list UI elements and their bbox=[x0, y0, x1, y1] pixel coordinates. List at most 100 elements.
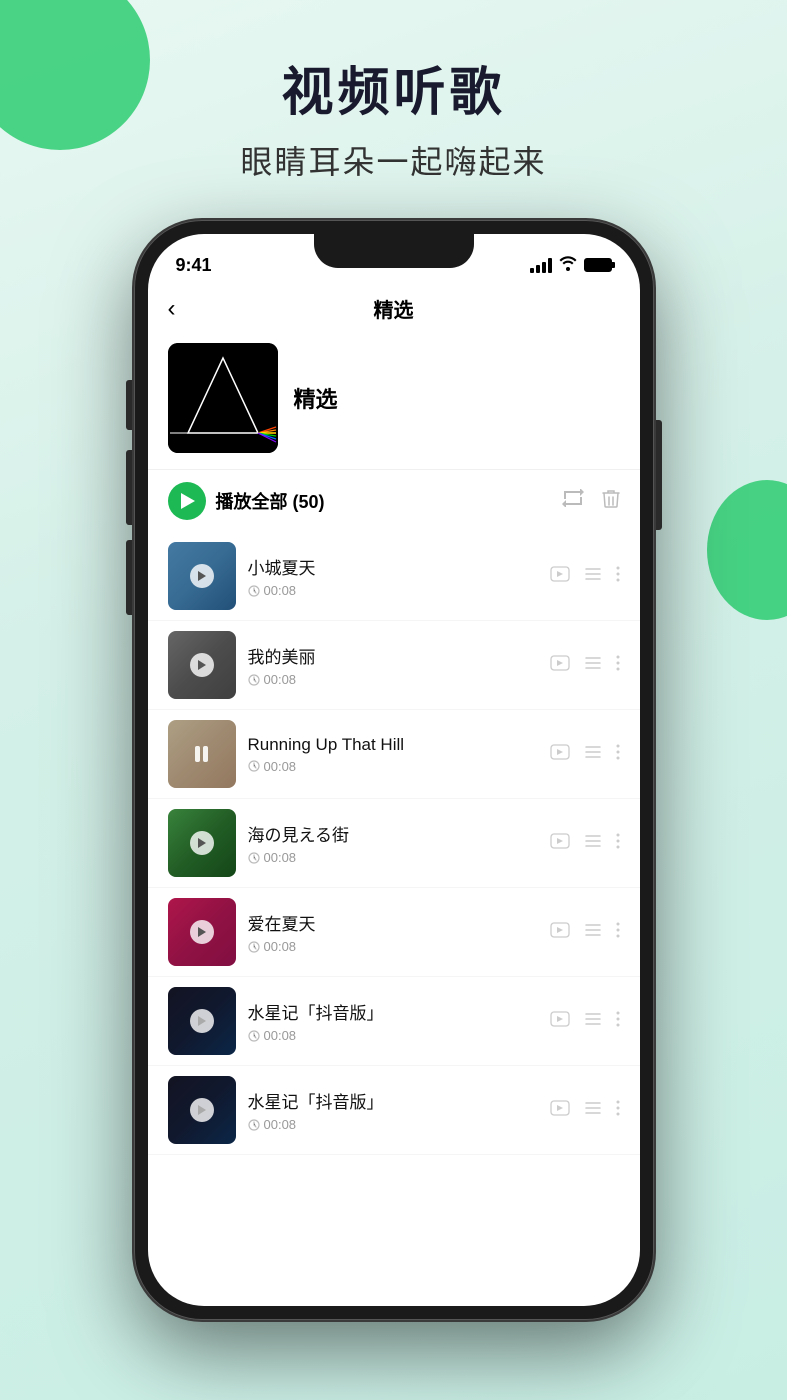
song-list[interactable]: 小城夏天 00:08 bbox=[148, 532, 640, 1252]
song-duration: 00:08 bbox=[248, 939, 538, 954]
song-info: 小城夏天 00:08 bbox=[248, 554, 538, 598]
song-info: 爱在夏天 00:08 bbox=[248, 910, 538, 954]
status-icons bbox=[530, 255, 612, 276]
song-thumbnail bbox=[168, 542, 236, 610]
battery-icon bbox=[584, 258, 612, 272]
menu-icon[interactable] bbox=[584, 567, 602, 586]
song-actions bbox=[550, 833, 620, 854]
pause-bar-1 bbox=[195, 746, 200, 762]
play-all-left: 播放全部 (50) bbox=[168, 482, 325, 520]
more-icon[interactable] bbox=[616, 655, 620, 676]
song-name: 水星记「抖音版」 bbox=[248, 1088, 538, 1113]
song-info: 我的美丽 00:08 bbox=[248, 643, 538, 687]
status-time: 9:41 bbox=[176, 255, 212, 276]
list-item[interactable]: Running Up That Hill 00:08 bbox=[148, 710, 640, 799]
phone-content: 9:41 bbox=[148, 234, 640, 1306]
song-info: 海の見える街 00:08 bbox=[248, 821, 538, 865]
menu-icon[interactable] bbox=[584, 1101, 602, 1120]
song-name: 小城夏天 bbox=[248, 554, 538, 579]
page-title-main: 视频听歌 bbox=[0, 50, 787, 125]
song-thumbnail bbox=[168, 720, 236, 788]
song-actions bbox=[550, 922, 620, 943]
cover-prism-art bbox=[168, 343, 278, 453]
video-play-icon[interactable] bbox=[550, 833, 570, 854]
signal-bar-3 bbox=[542, 262, 546, 273]
song-name: 水星记「抖音版」 bbox=[248, 999, 538, 1024]
play-all-button[interactable] bbox=[168, 482, 206, 520]
bg-decoration-circle-right bbox=[707, 480, 787, 620]
phone-notch bbox=[314, 234, 474, 268]
video-play-icon[interactable] bbox=[550, 1011, 570, 1032]
nav-title: 精选 bbox=[374, 294, 414, 323]
menu-icon[interactable] bbox=[584, 745, 602, 764]
menu-icon[interactable] bbox=[584, 923, 602, 942]
song-name: 海の見える街 bbox=[248, 821, 538, 846]
thumb-overlay bbox=[168, 1076, 236, 1144]
video-play-icon[interactable] bbox=[550, 922, 570, 943]
phone-btn-vol-up bbox=[126, 450, 132, 525]
repeat-icon[interactable] bbox=[562, 489, 584, 513]
playlist-title: 精选 bbox=[294, 382, 338, 414]
song-thumbnail bbox=[168, 631, 236, 699]
more-icon[interactable] bbox=[616, 566, 620, 587]
playlist-cover bbox=[168, 343, 278, 453]
song-info: Running Up That Hill 00:08 bbox=[248, 735, 538, 774]
signal-bar-2 bbox=[536, 265, 540, 273]
play-all-text: 播放全部 (50) bbox=[216, 488, 325, 514]
song-actions bbox=[550, 655, 620, 676]
thumb-pause-icon bbox=[195, 746, 208, 762]
play-all-actions bbox=[562, 488, 620, 514]
signal-icon bbox=[530, 257, 552, 273]
delete-icon[interactable] bbox=[602, 488, 620, 514]
menu-icon[interactable] bbox=[584, 656, 602, 675]
more-icon[interactable] bbox=[616, 922, 620, 943]
thumb-overlay-playing bbox=[168, 720, 236, 788]
song-actions bbox=[550, 1011, 620, 1032]
song-info: 水星记「抖音版」 00:08 bbox=[248, 999, 538, 1043]
signal-bar-1 bbox=[530, 268, 534, 273]
song-thumbnail bbox=[168, 1076, 236, 1144]
thumb-overlay bbox=[168, 542, 236, 610]
more-icon[interactable] bbox=[616, 744, 620, 765]
video-play-icon[interactable] bbox=[550, 566, 570, 587]
play-triangle-icon bbox=[181, 493, 195, 509]
video-play-icon[interactable] bbox=[550, 655, 570, 676]
song-duration: 00:08 bbox=[248, 759, 538, 774]
more-icon[interactable] bbox=[616, 1011, 620, 1032]
more-icon[interactable] bbox=[616, 833, 620, 854]
song-name: 我的美丽 bbox=[248, 643, 538, 668]
song-actions bbox=[550, 1100, 620, 1121]
thumb-play-icon bbox=[190, 653, 214, 677]
song-actions bbox=[550, 566, 620, 587]
list-item[interactable]: 我的美丽 00:08 bbox=[148, 621, 640, 710]
song-duration: 00:08 bbox=[248, 1117, 538, 1132]
back-button[interactable]: ‹ bbox=[168, 295, 176, 323]
thumb-play-icon bbox=[190, 920, 214, 944]
menu-icon[interactable] bbox=[584, 834, 602, 853]
thumb-overlay bbox=[168, 987, 236, 1055]
song-thumbnail bbox=[168, 809, 236, 877]
list-item[interactable]: 小城夏天 00:08 bbox=[148, 532, 640, 621]
list-item[interactable]: 爱在夏天 00:08 bbox=[148, 888, 640, 977]
thumb-play-icon bbox=[190, 831, 214, 855]
video-play-icon[interactable] bbox=[550, 1100, 570, 1121]
list-item[interactable]: 水星记「抖音版」 00:08 bbox=[148, 977, 640, 1066]
song-duration: 00:08 bbox=[248, 672, 538, 687]
thumb-overlay bbox=[168, 809, 236, 877]
more-icon[interactable] bbox=[616, 1100, 620, 1121]
list-item[interactable]: 水星记「抖音版」 00:08 bbox=[148, 1066, 640, 1155]
song-info: 水星记「抖音版」 00:08 bbox=[248, 1088, 538, 1132]
song-thumbnail bbox=[168, 987, 236, 1055]
list-item[interactable]: 海の見える街 00:08 bbox=[148, 799, 640, 888]
thumb-play-icon bbox=[190, 1009, 214, 1033]
phone-btn-vol-down bbox=[126, 540, 132, 615]
thumb-play-icon bbox=[190, 564, 214, 588]
video-play-icon[interactable] bbox=[550, 744, 570, 765]
thumb-overlay bbox=[168, 898, 236, 966]
phone-btn-power bbox=[656, 420, 662, 530]
signal-bar-4 bbox=[548, 258, 552, 273]
song-actions bbox=[550, 744, 620, 765]
menu-icon[interactable] bbox=[584, 1012, 602, 1031]
nav-bar: ‹ 精选 bbox=[148, 286, 640, 333]
page-header: 视频听歌 眼睛耳朵一起嗨起来 bbox=[0, 50, 787, 183]
